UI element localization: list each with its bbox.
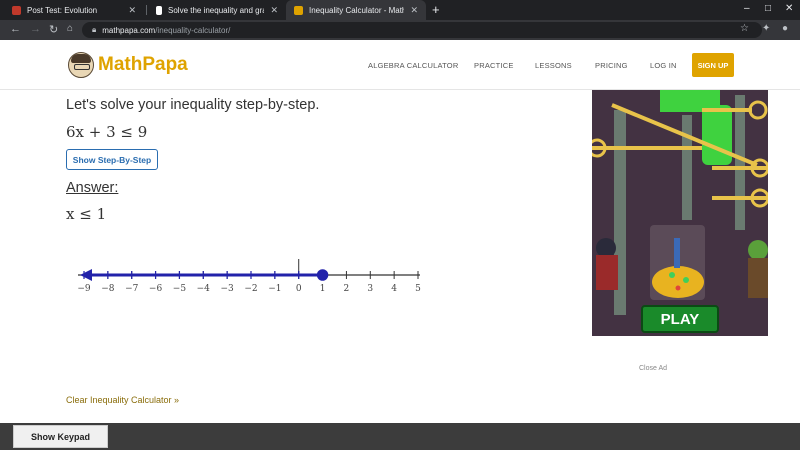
mathpapa-logo[interactable]: MathPapa <box>68 52 188 78</box>
site-header: MathPapa ALGEBRA CALCULATOR PRACTICE LES… <box>0 40 800 90</box>
game-ad-artwork <box>592 90 768 336</box>
close-window-icon[interactable]: ✕ <box>785 3 793 14</box>
tick-label: −5 <box>173 284 187 294</box>
forward-arrow-icon[interactable]: → <box>30 23 41 35</box>
tick-label: −7 <box>125 284 139 294</box>
tick-label: 0 <box>296 284 302 294</box>
profile-avatar-icon[interactable]: ● <box>782 23 788 34</box>
tick-label: −9 <box>77 284 91 294</box>
problem-expression: 6x + 3 ≤ 9 <box>66 123 148 141</box>
home-icon[interactable]: ⌂ <box>67 23 73 34</box>
tick-label: −4 <box>197 284 211 294</box>
intro-text: Let's solve your inequality step-by-step… <box>66 97 320 113</box>
logo-text: MathPapa <box>98 54 188 75</box>
tick-label: −1 <box>268 284 281 294</box>
tab-title: Inequality Calculator - MathPap <box>309 5 405 15</box>
tab-favicon-icon <box>294 5 303 15</box>
solution-arrow <box>80 269 92 281</box>
extensions-icon[interactable]: ✦ <box>762 23 770 34</box>
sign-up-button[interactable]: SIGN UP <box>692 53 734 77</box>
close-tab-icon[interactable]: ✕ <box>270 5 278 16</box>
nav-log-in[interactable]: LOG IN <box>650 61 677 70</box>
play-button[interactable]: PLAY <box>642 306 718 332</box>
tab-favicon-icon <box>156 5 162 15</box>
back-arrow-icon[interactable]: ← <box>10 23 21 35</box>
tick-label: 4 <box>391 284 397 294</box>
mathpapa-mascot-icon <box>68 52 94 78</box>
lock-icon: 🔒︎ <box>92 25 97 34</box>
url-path: /inequality-calculator/ <box>155 25 231 35</box>
game-ad[interactable]: PLAY <box>592 90 768 336</box>
clear-inequality-calculator-link[interactable]: Clear Inequality Calculator » <box>66 395 179 405</box>
reload-icon[interactable]: ↻ <box>49 23 58 36</box>
number-line-graph: −9 −8 −7 −6 −5 −4 −3 −2 −1 0 1 2 3 4 5 <box>77 259 421 294</box>
url-field[interactable]: 🔒︎ mathpapa.com/inequality-calculator/ <box>82 22 762 38</box>
url-domain: mathpapa.com <box>102 25 156 35</box>
nav-lessons[interactable]: LESSONS <box>535 61 572 70</box>
tick-label: 3 <box>367 284 373 294</box>
maximize-icon[interactable]: □ <box>765 3 771 14</box>
tick-label: 1 <box>320 284 326 294</box>
tick-label: −6 <box>149 284 163 294</box>
close-tab-icon[interactable]: ✕ <box>128 5 136 16</box>
browser-tab-bar: Post Test: Evolution ✕ Solve the inequal… <box>0 0 800 20</box>
tick-label: −2 <box>244 284 257 294</box>
tick-label: −3 <box>221 284 235 294</box>
bookmark-star-icon[interactable]: ☆ <box>740 23 749 34</box>
browser-tab-post-test[interactable]: Post Test: Evolution ✕ <box>4 0 144 20</box>
new-tab-button[interactable]: + <box>432 2 440 17</box>
endpoint-dot <box>316 269 329 281</box>
close-ad-link[interactable]: Close Ad <box>639 365 667 372</box>
answer-label: Answer: <box>66 180 119 196</box>
show-keypad-button[interactable]: Show Keypad <box>13 425 108 448</box>
nav-practice[interactable]: PRACTICE <box>474 61 514 70</box>
keypad-bar <box>0 423 800 450</box>
tab-title: Solve the inequality and graph t <box>168 5 264 15</box>
minimize-icon[interactable]: – <box>744 3 750 14</box>
tick-label: 5 <box>415 284 421 294</box>
address-bar-row: ← → ↻ ⌂ 🔒︎ mathpapa.com/inequality-calcu… <box>0 20 800 40</box>
tick-label: 2 <box>344 284 350 294</box>
browser-tab-mathpapa[interactable]: Inequality Calculator - MathPap ✕ <box>286 0 426 20</box>
tab-favicon-icon <box>12 5 21 15</box>
close-tab-icon[interactable]: ✕ <box>410 5 418 16</box>
tick-label: −8 <box>101 284 115 294</box>
nav-algebra-calculator[interactable]: ALGEBRA CALCULATOR <box>368 61 458 70</box>
tab-title: Post Test: Evolution <box>27 5 98 15</box>
browser-tab-solve[interactable]: Solve the inequality and graph t ✕ <box>148 0 286 20</box>
nav-pricing[interactable]: PRICING <box>595 61 628 70</box>
answer-expression: x ≤ 1 <box>66 205 107 223</box>
show-step-by-step-button[interactable]: Show Step-By-Step <box>66 149 158 170</box>
